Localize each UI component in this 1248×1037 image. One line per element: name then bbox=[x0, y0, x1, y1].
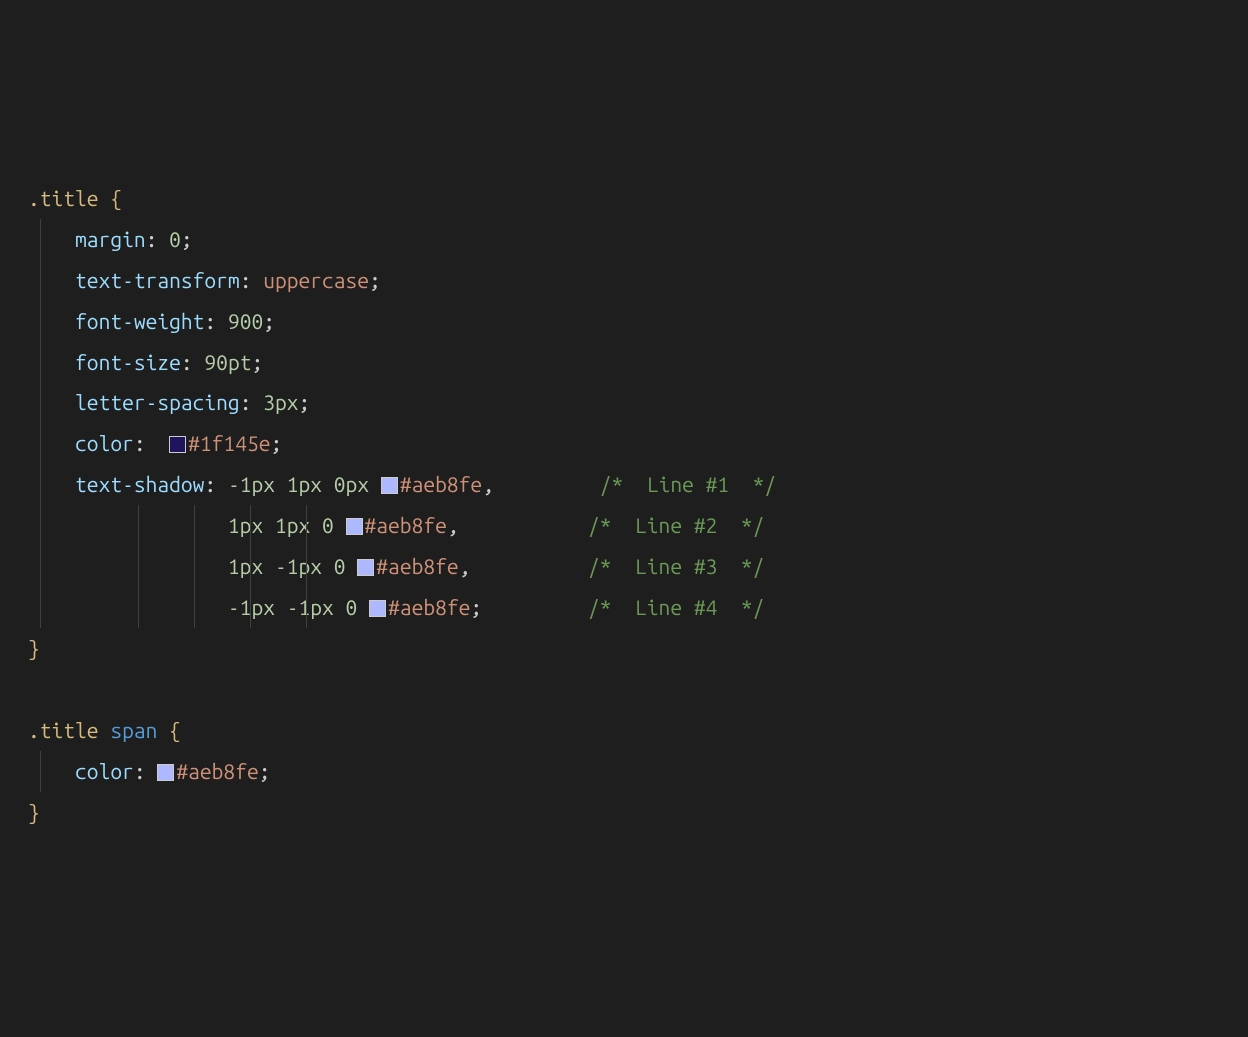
indent-guide bbox=[306, 587, 307, 628]
comma: , bbox=[459, 554, 471, 578]
indent-guide bbox=[40, 260, 41, 301]
color-hex: #aeb8fe bbox=[176, 759, 258, 783]
semicolon: ; bbox=[263, 309, 275, 333]
indent-guide bbox=[40, 301, 41, 342]
colon: : bbox=[204, 309, 216, 333]
code-line[interactable]: 1px -1px 0 #aeb8fe, /* Line #3 */ bbox=[28, 546, 1220, 587]
color-hex: #1f145e bbox=[188, 431, 270, 455]
comment: /* Line #2 */ bbox=[588, 513, 764, 537]
indent-guide bbox=[40, 505, 41, 546]
semicolon: ; bbox=[181, 227, 193, 251]
css-property: text-transform bbox=[75, 268, 240, 292]
css-property: text-shadow bbox=[75, 472, 204, 496]
indent-guide bbox=[250, 505, 251, 546]
colon: : bbox=[240, 390, 252, 414]
color-swatch[interactable] bbox=[157, 764, 174, 781]
colon: : bbox=[240, 268, 252, 292]
color-swatch[interactable] bbox=[369, 600, 386, 617]
code-line[interactable]: font-weight: 900; bbox=[28, 301, 1220, 342]
close-brace: } bbox=[28, 636, 40, 660]
blank-line[interactable] bbox=[28, 669, 1220, 710]
css-property: color bbox=[75, 431, 134, 455]
css-selector: .title bbox=[28, 186, 99, 210]
shadow-offsets: -1px 1px 0px bbox=[228, 472, 369, 496]
indent-guide bbox=[40, 219, 41, 260]
comment: /* Line #3 */ bbox=[588, 554, 764, 578]
semicolon: ; bbox=[470, 595, 482, 619]
color-hex: #aeb8fe bbox=[365, 513, 447, 537]
indent-guide bbox=[40, 423, 41, 464]
code-line[interactable]: 1px 1px 0 #aeb8fe, /* Line #2 */ bbox=[28, 505, 1220, 546]
indent-guide bbox=[306, 546, 307, 587]
color-swatch[interactable] bbox=[346, 518, 363, 535]
colon: : bbox=[134, 431, 146, 455]
indent-guide bbox=[194, 505, 195, 546]
code-line[interactable]: -1px -1px 0 #aeb8fe; /* Line #4 */ bbox=[28, 587, 1220, 628]
semicolon: ; bbox=[251, 350, 263, 374]
shadow-offsets: 1px 1px 0 bbox=[228, 513, 334, 537]
indent-guide bbox=[40, 587, 41, 628]
css-value: 0 bbox=[169, 227, 181, 251]
code-line[interactable]: text-shadow: -1px 1px 0px #aeb8fe, /* Li… bbox=[28, 464, 1220, 505]
indent-guide bbox=[250, 546, 251, 587]
css-property: margin bbox=[75, 227, 146, 251]
indent-guide bbox=[138, 546, 139, 587]
indent-guide bbox=[138, 587, 139, 628]
indent-guide bbox=[40, 342, 41, 383]
code-line[interactable]: color: #aeb8fe; bbox=[28, 751, 1220, 792]
indent-guide bbox=[194, 546, 195, 587]
indent-guide bbox=[40, 546, 41, 587]
css-property: color bbox=[75, 759, 134, 783]
shadow-offsets: -1px -1px 0 bbox=[228, 595, 357, 619]
comma: , bbox=[482, 472, 494, 496]
open-brace: { bbox=[110, 186, 122, 210]
css-value: 3px bbox=[263, 390, 298, 414]
close-brace: } bbox=[28, 800, 40, 824]
code-line[interactable]: .title { bbox=[28, 178, 1220, 219]
color-swatch[interactable] bbox=[381, 477, 398, 494]
semicolon: ; bbox=[270, 431, 282, 455]
indent-guide bbox=[40, 382, 41, 423]
semicolon: ; bbox=[259, 759, 271, 783]
indent-guide bbox=[250, 587, 251, 628]
code-line[interactable]: .title span { bbox=[28, 710, 1220, 751]
css-property: font-weight bbox=[75, 309, 204, 333]
indent-guide bbox=[194, 587, 195, 628]
code-line[interactable]: } bbox=[28, 792, 1220, 833]
comma: , bbox=[447, 513, 459, 537]
color-hex: #aeb8fe bbox=[388, 595, 470, 619]
css-value: 90pt bbox=[204, 350, 251, 374]
colon: : bbox=[204, 472, 216, 496]
semicolon: ; bbox=[299, 390, 311, 414]
shadow-offsets: 1px -1px 0 bbox=[228, 554, 346, 578]
css-property: letter-spacing bbox=[75, 390, 240, 414]
code-editor[interactable]: .title { margin: 0; text-transform: uppe… bbox=[28, 178, 1220, 833]
color-swatch[interactable] bbox=[357, 559, 374, 576]
colon: : bbox=[146, 227, 158, 251]
code-line[interactable]: } bbox=[28, 628, 1220, 669]
css-value: 900 bbox=[228, 309, 263, 333]
code-line[interactable]: letter-spacing: 3px; bbox=[28, 382, 1220, 423]
code-line[interactable]: color: #1f145e; bbox=[28, 423, 1220, 464]
indent-guide bbox=[40, 464, 41, 505]
color-swatch[interactable] bbox=[169, 436, 186, 453]
code-line[interactable]: text-transform: uppercase; bbox=[28, 260, 1220, 301]
colon: : bbox=[134, 759, 146, 783]
comment: /* Line #1 */ bbox=[600, 472, 776, 496]
code-line[interactable]: margin: 0; bbox=[28, 219, 1220, 260]
color-hex: #aeb8fe bbox=[376, 554, 458, 578]
css-value: uppercase bbox=[263, 268, 369, 292]
indent-guide bbox=[306, 505, 307, 546]
css-property: font-size bbox=[75, 350, 181, 374]
indent-guide bbox=[40, 751, 41, 792]
colon: : bbox=[181, 350, 193, 374]
color-hex: #aeb8fe bbox=[400, 472, 482, 496]
code-line[interactable]: font-size: 90pt; bbox=[28, 342, 1220, 383]
indent-guide bbox=[138, 505, 139, 546]
semicolon: ; bbox=[369, 268, 381, 292]
comment: /* Line #4 */ bbox=[588, 595, 764, 619]
